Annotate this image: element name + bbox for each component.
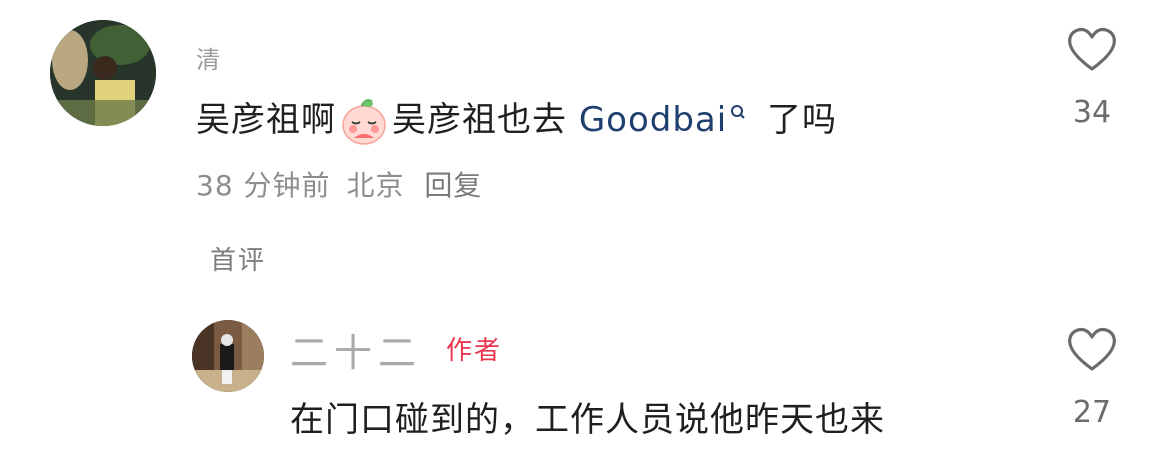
like-button[interactable] [1066, 326, 1118, 376]
like-count: 34 [1072, 95, 1112, 130]
avatar-photo [50, 20, 156, 126]
comment-text: 吴彦祖啊 吴彦祖也去 Goodbai 了吗 [196, 92, 837, 146]
comment-text-part: 了吗 [767, 100, 838, 140]
comment-text-part: 吴彦祖也去 [392, 100, 567, 140]
author-avatar[interactable] [192, 320, 264, 392]
comment-text: 在门口碰到的，工作人员说他昨天也来 [290, 400, 885, 440]
first-comment-label: 首评 [210, 246, 267, 276]
comment-time: 38 分钟前 [196, 169, 331, 202]
like-count: 27 [1072, 395, 1112, 430]
reply-button[interactable]: 回复 [424, 169, 482, 202]
like-button[interactable] [1066, 26, 1118, 76]
heart-icon [1068, 327, 1116, 371]
search-link-text: Goodbai [578, 100, 728, 140]
comment-username[interactable]: 二十二 [290, 322, 422, 377]
search-icon [729, 92, 747, 132]
search-link[interactable]: Goodbai [579, 100, 747, 140]
user-avatar[interactable] [50, 20, 156, 126]
comment-location: 北京 [346, 169, 405, 202]
shy-face-emoji-icon [338, 98, 390, 146]
comment-username[interactable]: 清 [196, 40, 220, 75]
avatar-photo [192, 320, 264, 392]
comment-meta: 38 分钟前 北京 回复 [196, 164, 482, 204]
author-tag: 作者 [446, 336, 503, 366]
comment-text-part: 吴彦祖啊 [196, 100, 336, 140]
heart-icon [1068, 27, 1116, 71]
